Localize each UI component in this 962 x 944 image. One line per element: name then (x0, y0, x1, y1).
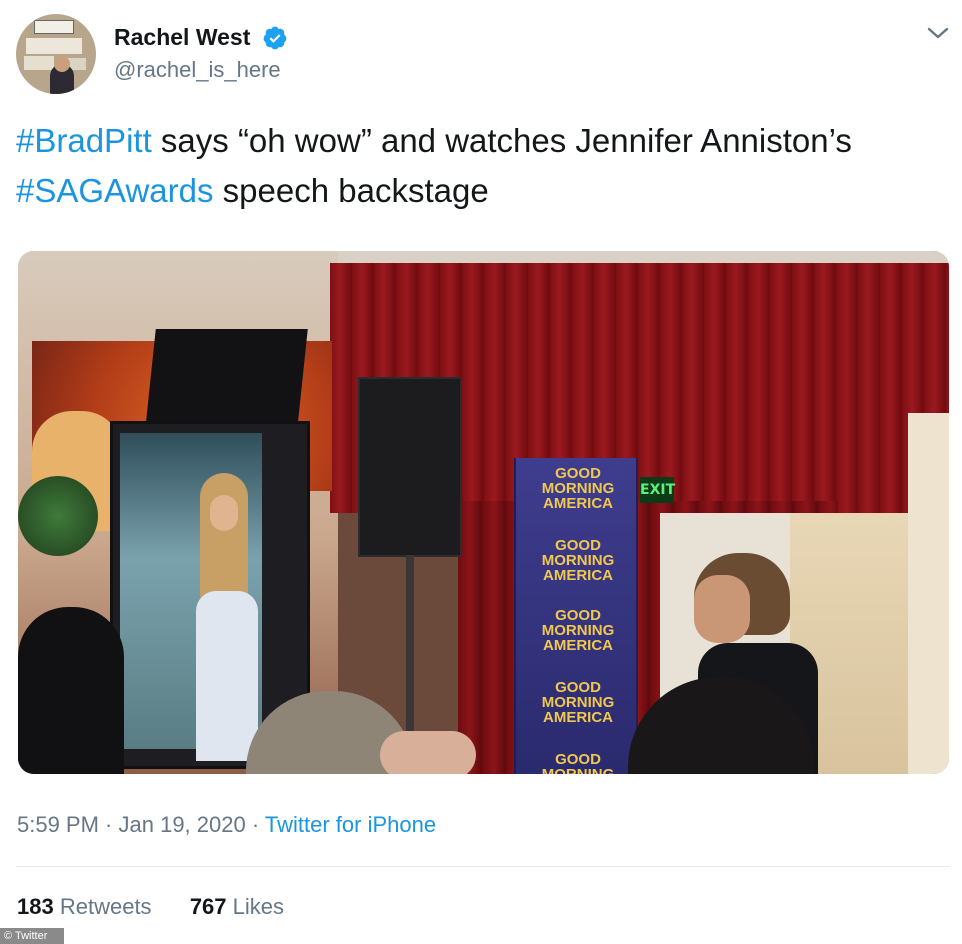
hashtag-sagawards[interactable]: #SAGAwards (16, 172, 213, 209)
verified-badge-icon (263, 26, 287, 50)
tweet-time[interactable]: 5:59 PM (17, 812, 99, 837)
hashtag-bradpitt[interactable]: #BradPitt (16, 122, 152, 159)
gma-banner: GOOD MORNING AMERICA GOOD MORNING AMERICA GO… (514, 458, 638, 774)
author-handle[interactable]: @rachel_is_here (114, 57, 281, 83)
tweet-media-video[interactable]: EXIT GOOD MORNING AMERICA GOOD MORNING AMERI… (18, 251, 949, 774)
tweet-text-segment: speech backstage (213, 172, 489, 209)
image-credit: © Twitter (0, 928, 64, 944)
tweet-date[interactable]: Jan 19, 2020 (119, 812, 246, 837)
exit-sign: EXIT (640, 477, 675, 503)
tweet-meta: 5:59 PM · Jan 19, 2020 · Twitter for iPh… (17, 812, 437, 837)
retweets-stat[interactable]: 183 Retweets (17, 894, 152, 919)
tweet-text: #BradPitt says “oh wow” and watches Jenn… (16, 116, 916, 216)
likes-stat[interactable]: 767 Likes (190, 894, 284, 919)
chevron-down-icon[interactable] (926, 24, 950, 42)
tweet-card: Rachel West @rachel_is_here #BradPitt sa… (0, 0, 962, 944)
tweet-stats: 183 Retweets 767 Likes (17, 894, 284, 920)
author-name[interactable]: Rachel West (114, 24, 250, 51)
tweet-source-link[interactable]: Twitter for iPhone (265, 812, 436, 837)
author-avatar[interactable] (16, 14, 96, 94)
tweet-text-segment: says “oh wow” and watches Jennifer Annis… (151, 122, 852, 159)
divider (16, 866, 950, 867)
